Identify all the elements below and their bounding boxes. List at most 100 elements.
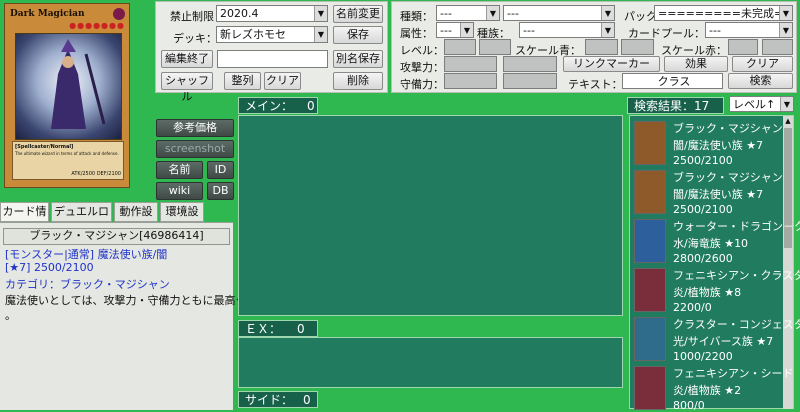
deck-select[interactable]: 新レズホモセ ▼ [216, 26, 328, 43]
reference-price-button[interactable]: 参考価格 [156, 119, 234, 137]
result-item[interactable]: ブラック・マジシャン 闇/魔法使い族 ★7 2500/2100 [631, 167, 791, 216]
result-card-thumbnail [634, 121, 666, 165]
effect-button[interactable]: 効果 [664, 56, 728, 72]
side-deck-label: サイド： [245, 393, 294, 407]
pack-value: =========未完成======== [658, 7, 792, 20]
result-item[interactable]: ウォーター・ドラゴン－クラ水/海竜族 ★10 2800/2600 [631, 216, 800, 265]
level-label: レベル： [400, 44, 444, 57]
dark-magician-art-icon [51, 39, 106, 129]
result-item[interactable]: フェニキシアン・シード 炎/植物族 ★2 800/0 [631, 363, 794, 412]
rename-button[interactable]: 名前変更 [333, 5, 383, 23]
name-copy-button[interactable]: 名前 [156, 161, 203, 179]
scale-blue-min-input[interactable] [585, 39, 618, 55]
text-search-input[interactable]: クラス [622, 73, 723, 89]
save-as-button[interactable]: 別名保存 [333, 50, 383, 68]
result-item[interactable]: ブラック・マジシャン 闇/魔法使い族 ★7 2500/2100 [631, 118, 791, 167]
search-button[interactable]: 検索 [728, 73, 793, 89]
card-info-panel: ブラック・マジシャン[46986414] [モンスター|通常] 魔法使い族/闇 … [0, 222, 269, 410]
sort-button[interactable]: 整列 [224, 72, 261, 90]
result-card-thumbnail [634, 268, 666, 312]
level-max-input[interactable] [479, 39, 511, 55]
card-pool-value: --- [709, 24, 721, 37]
save-button[interactable]: 保存 [333, 26, 383, 44]
extra-deck-zone[interactable] [238, 337, 623, 388]
card-flavor-text: The ultimate wizard in terms of attack a… [15, 151, 119, 156]
race-value: --- [523, 24, 535, 37]
result-item[interactable]: フェニキシアン・クラスター炎/植物族 ★8 2200/0 [631, 265, 800, 314]
chevron-down-icon: ▼ [601, 23, 614, 37]
defense-min-input[interactable] [444, 73, 497, 89]
card-artwork [15, 33, 122, 140]
edit-end-button[interactable]: 編集終了 [161, 50, 213, 68]
result-card-name: ブラック・マジシャン [673, 171, 783, 184]
side-deck-count: 0 [303, 393, 311, 407]
result-card-thumbnail [634, 219, 666, 263]
attack-min-input[interactable] [444, 56, 497, 72]
pack-select[interactable]: =========未完成========▼ [654, 5, 793, 21]
link-marker-button[interactable]: リンクマーカー [563, 56, 660, 72]
attack-max-input[interactable] [503, 56, 557, 72]
card-info-level-stats: [★7] 2500/2100 [5, 261, 94, 274]
db-button[interactable]: DB [207, 182, 234, 200]
card-preview-name: Dark Magician [10, 9, 85, 19]
result-card-thumbnail [634, 366, 666, 410]
main-deck-label: メイン： [245, 99, 294, 113]
scale-red-max-input[interactable] [762, 39, 793, 55]
sort-select[interactable]: レベル↑ ▼ [729, 96, 794, 112]
type-label: 種類： [400, 10, 433, 23]
card-atk-def: ATK/2500 DEF/2100 [71, 171, 121, 177]
defense-label: 守備力： [400, 78, 444, 91]
level-min-input[interactable] [444, 39, 476, 55]
type2-select[interactable]: --- ▼ [503, 5, 615, 21]
card-text-box: [Spellcaster/Normal] The ultimate wizard… [12, 141, 124, 180]
card-preview: Dark Magician ●●●●●●● [Spellcaster/Norma… [4, 3, 130, 188]
result-item[interactable]: クラスター・コンジェスター光/サイバース族 ★7 1000/2200 [631, 314, 800, 363]
delete-button[interactable]: 削除 [333, 72, 383, 90]
pack-label: パック [624, 10, 657, 23]
main-deck-zone[interactable] [238, 115, 623, 316]
sort-value: レベル↑ [733, 98, 776, 111]
card-info-title: ブラック・マジシャン[46986414] [3, 228, 230, 245]
main-deck-count: 0 [307, 99, 315, 113]
id-copy-button[interactable]: ID [207, 161, 234, 179]
screenshot-button[interactable]: screenshot [156, 140, 234, 158]
main-deck-header: メイン： 0 [238, 97, 318, 114]
tab-card-info[interactable]: カード情報 [0, 202, 49, 236]
extra-deck-count: 0 [297, 322, 305, 336]
tab-behavior-settings[interactable]: 動作設定 [114, 202, 158, 236]
type-select[interactable]: --- ▼ [436, 5, 500, 21]
tab-duel-log[interactable]: デュエルログ [51, 202, 112, 236]
attack-label: 攻撃力： [400, 61, 444, 74]
result-card-thumbnail [634, 317, 666, 361]
side-deck-header: サイド： 0 [238, 391, 318, 408]
deck-value: 新レズホモセ [220, 28, 286, 41]
wiki-button[interactable]: wiki [156, 182, 203, 200]
type-value: --- [440, 7, 452, 20]
scale-red-min-input[interactable] [728, 39, 758, 55]
clear-deck-button[interactable]: クリア [264, 72, 301, 90]
attribute-icon [113, 8, 125, 20]
chevron-down-icon: ▼ [460, 23, 473, 37]
tab-environment-settings[interactable]: 環境設定 [160, 202, 204, 236]
attribute-label: 属性： [400, 27, 433, 40]
result-card-stats: 2500/2100 [673, 203, 733, 216]
card-pool-select[interactable]: --- ▼ [705, 22, 793, 38]
result-card-type: 炎/植物族 ★2 [673, 384, 742, 397]
race-select[interactable]: --- ▼ [519, 22, 615, 38]
clear-filter-button[interactable]: クリア [732, 56, 793, 72]
type2-value: --- [507, 7, 519, 20]
result-card-type: 光/サイバース族 ★7 [673, 335, 774, 348]
card-info-type: [モンスター|通常] 魔法使い族/闇 [5, 248, 168, 261]
text-label: テキスト： [568, 78, 623, 91]
scale-blue-max-input[interactable] [621, 39, 654, 55]
defense-max-input[interactable] [503, 73, 557, 89]
chevron-down-icon: ▼ [601, 6, 614, 20]
ban-list-select[interactable]: 2020.4 ▼ [216, 5, 328, 22]
card-info-text: 魔法使いとしては、攻撃力・守備力ともに最高クラス [5, 294, 269, 307]
attribute-select[interactable]: --- ▼ [436, 22, 474, 38]
card-type-line: [Spellcaster/Normal] [15, 144, 74, 150]
extra-deck-label: ＥＸ： [245, 322, 282, 336]
deck-name-input[interactable] [217, 50, 328, 68]
result-card-stats: 2500/2100 [673, 154, 733, 167]
shuffle-button[interactable]: シャッフル [161, 72, 213, 103]
